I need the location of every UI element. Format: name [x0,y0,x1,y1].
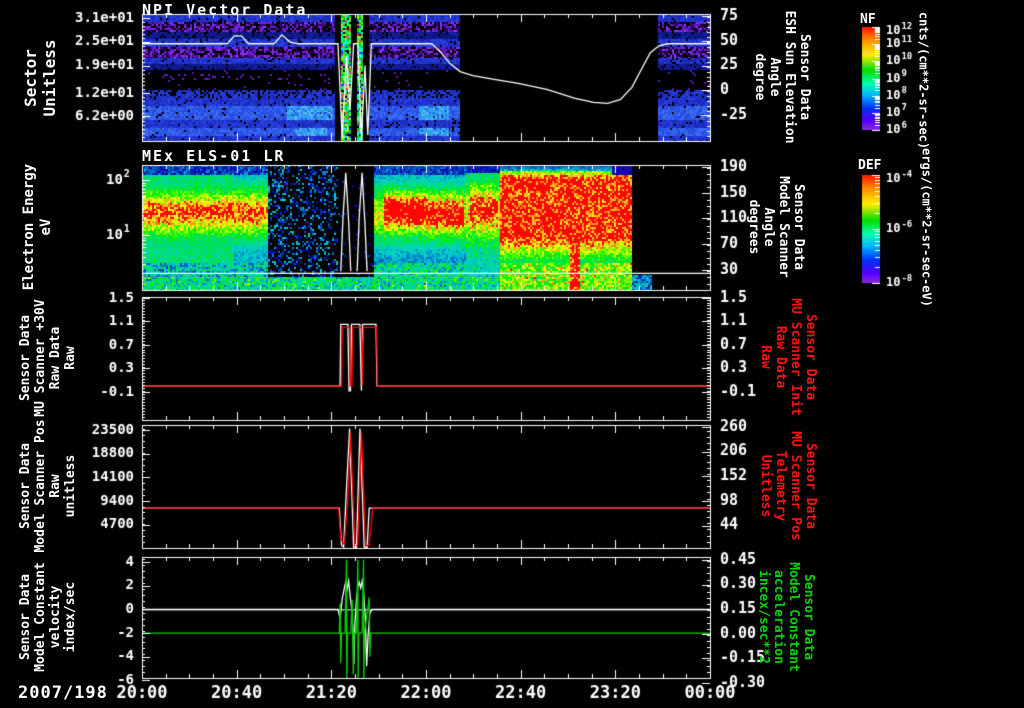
panel2-title: MEx ELS-01 LR [142,147,286,165]
plot-page: NPI Vector Data MEx ELS-01 LR Sector Uni… [0,0,1024,708]
panel1-title: NPI Vector Data [142,1,308,19]
panel5-yaxis-left-label: Sensor Data Model Constant velocity inde… [18,562,78,672]
colorbar2-units-label: ergs/(cm**2-sr-sec-eV) [919,148,934,307]
date-label: 2007/198 [18,683,108,703]
panel5-yaxis-right-label: Sensor Data Model Constant acceleration … [756,562,816,672]
colorbar2-title: DEF [858,158,882,173]
plot-canvas [0,0,1024,708]
colorbar1-title: NF [860,12,876,27]
